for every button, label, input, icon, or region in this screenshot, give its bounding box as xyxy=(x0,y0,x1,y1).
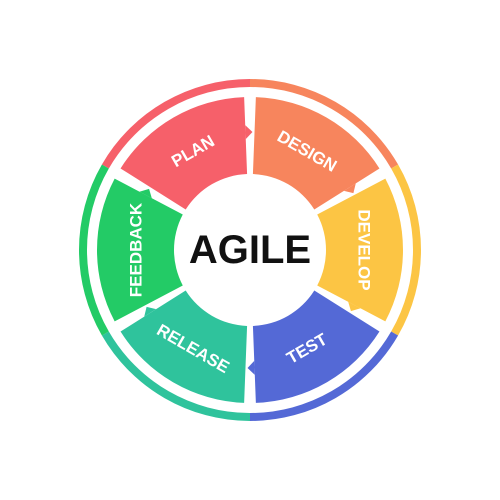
arrow-notch-test xyxy=(247,360,255,375)
arrow-notch-plan xyxy=(245,125,253,140)
stage-label-feedback: FEEDBACK xyxy=(127,202,146,297)
agile-cycle-diagram: PLAN DESIGNDEVELOPTESTRELEASEFEEDBACK AGI… xyxy=(78,79,421,421)
stage-label-develop: DEVELOP xyxy=(355,209,374,290)
center-label: AGILE xyxy=(189,228,311,272)
